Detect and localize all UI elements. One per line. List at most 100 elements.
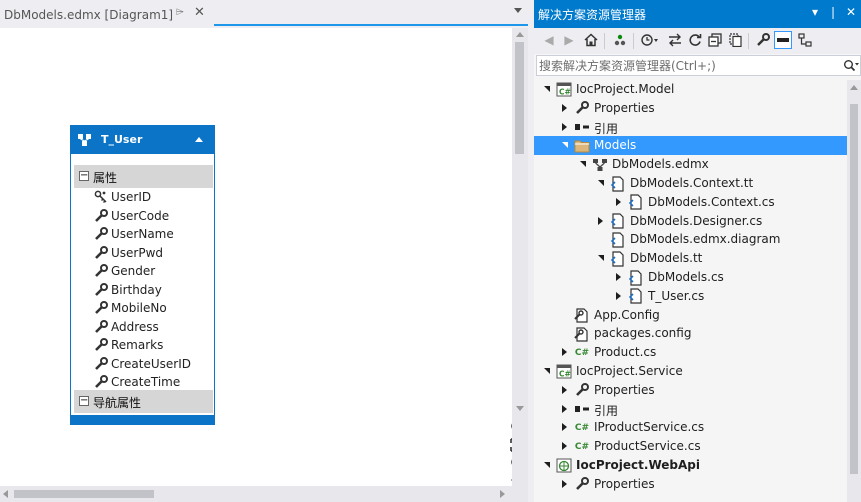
properties-section-header[interactable]: − 属性	[74, 165, 213, 188]
scroll-left-icon[interactable]	[3, 490, 8, 498]
entity-header[interactable]: T_User	[71, 126, 214, 154]
collapsed-arrow-icon[interactable]	[616, 197, 621, 206]
scroll-down-icon[interactable]	[516, 406, 524, 411]
tree-item[interactable]: 引用	[534, 400, 847, 419]
scroll-thumb[interactable]	[515, 42, 524, 154]
scroll-up-icon[interactable]	[516, 32, 524, 37]
properties-icon[interactable]	[754, 31, 772, 49]
collapsed-arrow-icon[interactable]	[616, 273, 621, 281]
entity-property[interactable]: MobileNo	[93, 299, 191, 318]
scroll-up-icon[interactable]	[850, 85, 858, 90]
collapsed-arrow-icon[interactable]	[562, 348, 567, 357]
home-icon[interactable]	[582, 31, 600, 49]
expanded-arrow-icon[interactable]	[562, 142, 568, 149]
collapsed-arrow-icon[interactable]	[616, 291, 621, 300]
edmx-model-icon	[592, 157, 608, 172]
tree-item[interactable]: DbModels.edmx	[534, 155, 847, 174]
tree-item[interactable]: App.Config	[534, 306, 847, 325]
collapsed-arrow-icon[interactable]	[562, 385, 567, 394]
collapsed-arrow-icon[interactable]	[562, 122, 567, 131]
expanded-arrow-icon[interactable]	[598, 180, 604, 186]
document-tab[interactable]: DbModels.edmx [Diagram1] ⌲ ✕	[0, 3, 214, 26]
property-icon	[93, 356, 109, 371]
collapse-toggle-icon[interactable]: −	[79, 171, 89, 181]
entity-shape[interactable]: T_User − 属性 UserID UserCode UserName UserPw…	[70, 125, 215, 425]
sync-icon[interactable]	[666, 31, 684, 49]
tree-item[interactable]: packages.config	[534, 324, 847, 343]
tree-item[interactable]: 引用	[534, 118, 847, 137]
entity-property[interactable]: UserCode	[93, 207, 191, 226]
tree-item[interactable]: DbModels.Context.cs	[534, 193, 847, 212]
collapsed-arrow-icon[interactable]	[562, 442, 567, 451]
collapsed-arrow-icon[interactable]	[562, 404, 567, 413]
chevron-up-icon[interactable]	[195, 137, 203, 142]
tree-item[interactable]: Properties	[534, 381, 847, 400]
entity-property[interactable]: Gender	[93, 262, 191, 281]
close-icon[interactable]: ✕	[194, 5, 205, 20]
entity-property[interactable]: UserPwd	[93, 244, 191, 263]
expanded-arrow-icon[interactable]	[580, 161, 586, 168]
class-diagram-icon[interactable]	[796, 31, 814, 49]
tree-item[interactable]: DbModels.edmx.diagram	[534, 230, 847, 249]
search-dropdown-icon[interactable]	[843, 59, 859, 76]
entity-property[interactable]: UserID	[93, 188, 191, 207]
auto-hide-pin-icon[interactable]: ❘	[828, 5, 838, 19]
expanded-arrow-icon[interactable]	[544, 86, 550, 92]
tree-item-label: DbModels.Designer.cs	[630, 213, 763, 228]
tree-item[interactable]: C# IocProject.Model	[534, 80, 847, 99]
entity-property[interactable]: CreateTime	[93, 373, 191, 392]
designer-vertical-scrollbar[interactable]	[512, 28, 528, 486]
svg-text:C#: C#	[559, 370, 571, 379]
tree-vertical-scrollbar[interactable]	[847, 80, 861, 502]
designer-horizontal-scrollbar[interactable]	[0, 486, 512, 502]
expanded-arrow-icon[interactable]	[598, 255, 604, 262]
entity-property[interactable]: UserName	[93, 225, 191, 244]
scroll-right-icon[interactable]	[500, 490, 505, 498]
tree-item[interactable]: T_User.cs	[534, 287, 847, 306]
toolbar-separator	[604, 33, 605, 49]
window-position-dropdown-icon[interactable]: ▾	[812, 5, 818, 19]
navigation-section-header[interactable]: − 导航属性	[74, 390, 213, 413]
collapsed-arrow-icon[interactable]	[562, 103, 567, 112]
tree-item[interactable]: DbModels.cs	[534, 268, 847, 287]
tree-item[interactable]: DbModels.Designer.cs	[534, 212, 847, 231]
entity-property[interactable]: CreateUserID	[93, 355, 191, 374]
expanded-arrow-icon[interactable]	[544, 368, 550, 374]
show-all-files-icon[interactable]	[726, 31, 744, 49]
pending-changes-icon[interactable]	[611, 31, 629, 49]
tree-item[interactable]: C# Product.cs	[534, 343, 847, 362]
search-box[interactable]	[536, 55, 861, 76]
preview-selected-items-icon[interactable]	[774, 31, 792, 49]
scroll-thumb[interactable]	[850, 104, 858, 474]
navigation-section-label: 导航属性	[93, 396, 142, 410]
search-input[interactable]	[539, 57, 829, 74]
diagram-canvas[interactable]: T_User − 属性 UserID UserCode UserName UserPw…	[0, 28, 525, 488]
back-icon[interactable]: ◀	[540, 31, 558, 49]
pin-icon[interactable]: ⌲	[176, 7, 184, 18]
refresh-icon[interactable]	[686, 31, 704, 49]
collapsed-arrow-icon[interactable]	[562, 423, 567, 432]
entity-property[interactable]: Birthday	[93, 281, 191, 300]
collapsed-arrow-icon[interactable]	[598, 216, 603, 225]
tree-item[interactable]: C# ProductService.cs	[534, 437, 847, 456]
collapse-all-icon[interactable]	[706, 31, 724, 49]
collapsed-arrow-icon[interactable]	[562, 479, 567, 488]
tree-item[interactable]: C# IocProject.Service	[534, 362, 847, 381]
history-icon[interactable]	[640, 31, 658, 49]
expanded-arrow-icon[interactable]	[544, 462, 550, 468]
tree-item[interactable]: DbModels.Context.tt	[534, 174, 847, 193]
tree-item[interactable]: Models	[534, 136, 847, 156]
chevron-down-icon[interactable]	[514, 8, 522, 13]
entity-property[interactable]: Remarks	[93, 336, 191, 355]
svg-text:C#: C#	[559, 88, 571, 97]
close-icon[interactable]: ✕	[846, 5, 856, 19]
tree-item[interactable]: IocProject.WebApi	[534, 456, 847, 475]
collapse-toggle-icon[interactable]: −	[79, 396, 89, 406]
tree-item[interactable]: DbModels.tt	[534, 249, 847, 268]
scroll-thumb[interactable]	[14, 490, 154, 498]
entity-property[interactable]: Address	[93, 318, 191, 337]
tree-item[interactable]: Properties	[534, 475, 847, 494]
tree-item[interactable]: Properties	[534, 99, 847, 118]
forward-icon[interactable]: ▶	[560, 31, 578, 49]
tree-item[interactable]: C# IProductService.cs	[534, 418, 847, 437]
